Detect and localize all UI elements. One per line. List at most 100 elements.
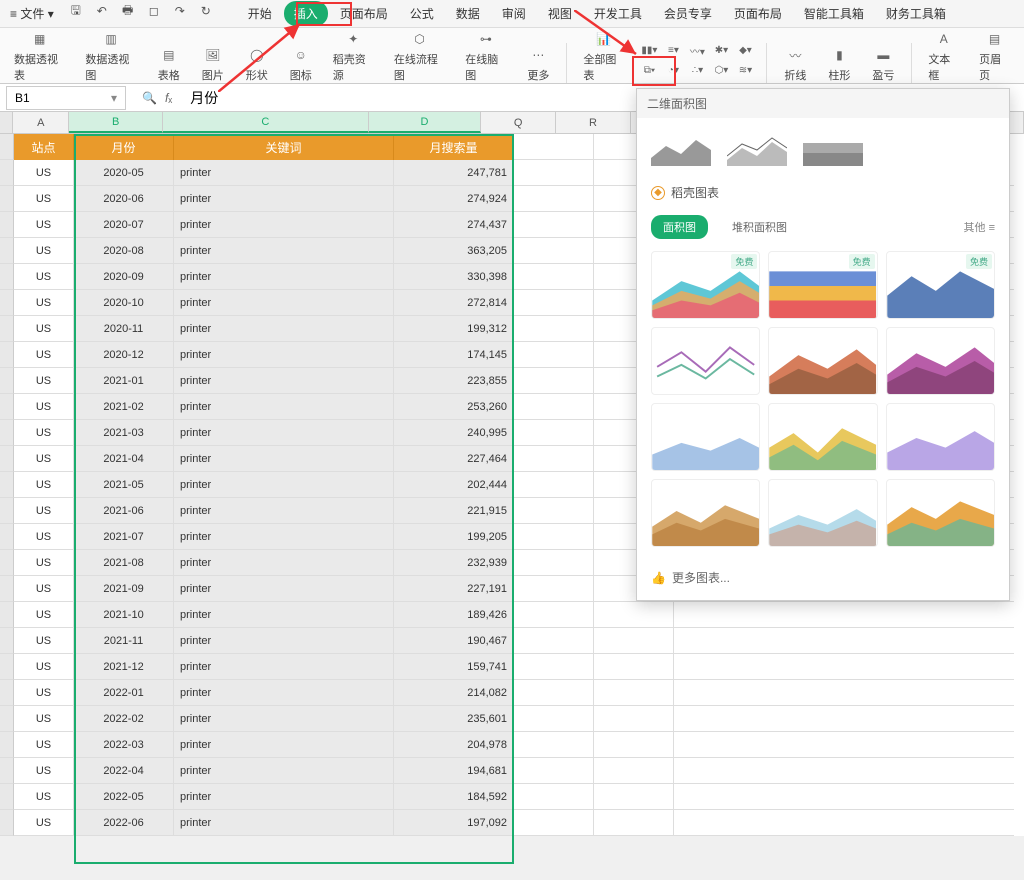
chart-template-11[interactable]: [768, 479, 877, 547]
cell-volume[interactable]: 159,741: [394, 654, 514, 680]
row-number[interactable]: [0, 212, 14, 238]
cell-site[interactable]: US: [14, 264, 74, 290]
cell-keyword[interactable]: printer: [174, 290, 394, 316]
row-number[interactable]: [0, 394, 14, 420]
empty-cell[interactable]: [514, 472, 594, 498]
cell-month[interactable]: 2021-07: [74, 524, 174, 550]
tab-devtools[interactable]: 开发工具: [584, 1, 652, 26]
cell-volume[interactable]: 272,814: [394, 290, 514, 316]
cell-keyword[interactable]: printer: [174, 264, 394, 290]
empty-cell[interactable]: [594, 810, 674, 836]
tab-member[interactable]: 会员专享: [654, 1, 722, 26]
cell-site[interactable]: US: [14, 810, 74, 836]
cell-keyword[interactable]: printer: [174, 186, 394, 212]
cell-month[interactable]: 2020-11: [74, 316, 174, 342]
menu-file[interactable]: ≡ 文件 ▾: [4, 1, 60, 26]
cell-keyword[interactable]: printer: [174, 706, 394, 732]
cell-volume[interactable]: 199,205: [394, 524, 514, 550]
chart-template-7[interactable]: [651, 403, 760, 471]
cell-keyword[interactable]: printer: [174, 394, 394, 420]
ribbon-textbox[interactable]: A文本框: [920, 25, 967, 83]
empty-cell[interactable]: [674, 810, 1014, 836]
cell-keyword[interactable]: printer: [174, 810, 394, 836]
row-number[interactable]: [0, 810, 14, 836]
empty-cell[interactable]: [514, 654, 594, 680]
cell-volume[interactable]: 189,426: [394, 602, 514, 628]
cell-volume[interactable]: 174,145: [394, 342, 514, 368]
ribbon-sparkline-col[interactable]: ▮柱形: [819, 41, 859, 83]
cell-keyword[interactable]: printer: [174, 212, 394, 238]
tab-insert[interactable]: 插入: [284, 1, 328, 26]
row-number[interactable]: [0, 342, 14, 368]
cell-volume[interactable]: 330,398: [394, 264, 514, 290]
tab-start[interactable]: 开始: [238, 1, 282, 26]
row-number[interactable]: [0, 784, 14, 810]
cell-reference-box[interactable]: B1 ▾: [6, 86, 126, 110]
cell-month[interactable]: 2021-08: [74, 550, 174, 576]
cell-month[interactable]: 2020-07: [74, 212, 174, 238]
preview-icon[interactable]: ◻: [144, 1, 164, 21]
row-number[interactable]: [0, 368, 14, 394]
cell-volume[interactable]: 247,781: [394, 160, 514, 186]
cell-volume[interactable]: 223,855: [394, 368, 514, 394]
chart-template-1[interactable]: 免费: [651, 251, 760, 319]
col-head-c[interactable]: C: [163, 112, 369, 133]
empty-cell[interactable]: [674, 758, 1014, 784]
row-number[interactable]: [0, 472, 14, 498]
ribbon-shapes[interactable]: ◯形状: [237, 41, 277, 83]
cell-site[interactable]: US: [14, 524, 74, 550]
empty-cell[interactable]: [514, 420, 594, 446]
row-number[interactable]: [0, 290, 14, 316]
row-number[interactable]: [0, 160, 14, 186]
row-number[interactable]: [0, 654, 14, 680]
cell-month[interactable]: 2021-06: [74, 498, 174, 524]
row-number[interactable]: [0, 628, 14, 654]
empty-cell[interactable]: [514, 160, 594, 186]
cell-site[interactable]: US: [14, 238, 74, 264]
chart-template-5[interactable]: [768, 327, 877, 395]
radar-icon[interactable]: ⬡▾: [710, 61, 732, 79]
more-charts-link[interactable]: 👍 更多图表...: [637, 559, 1009, 600]
cell-month[interactable]: 2021-09: [74, 576, 174, 602]
cell-month[interactable]: 2020-10: [74, 290, 174, 316]
empty-cell[interactable]: [674, 784, 1014, 810]
col-head-b[interactable]: B: [69, 112, 163, 133]
cell-month[interactable]: 2020-05: [74, 160, 174, 186]
cell-volume[interactable]: 235,601: [394, 706, 514, 732]
cell-volume[interactable]: 204,978: [394, 732, 514, 758]
row-number[interactable]: [0, 238, 14, 264]
row-number[interactable]: [0, 316, 14, 342]
ribbon-mindmap[interactable]: ⊶在线脑图: [457, 25, 514, 83]
row-number[interactable]: [0, 134, 14, 160]
tab-data[interactable]: 数据: [446, 1, 490, 26]
empty-cell[interactable]: [674, 654, 1014, 680]
search-icon[interactable]: 🔍: [142, 91, 157, 105]
empty-cell[interactable]: [514, 706, 594, 732]
dropdown-arrow-icon[interactable]: ▾: [111, 91, 117, 105]
undo-icon[interactable]: ↶: [92, 1, 112, 21]
select-all-corner[interactable]: [0, 112, 13, 133]
empty-cell[interactable]: [594, 602, 674, 628]
cell-volume[interactable]: 214,082: [394, 680, 514, 706]
empty-cell[interactable]: [594, 784, 674, 810]
empty-cell[interactable]: [514, 576, 594, 602]
cell-month[interactable]: 2020-08: [74, 238, 174, 264]
empty-cell[interactable]: [514, 732, 594, 758]
tab-formula[interactable]: 公式: [400, 1, 444, 26]
cell-month[interactable]: 2021-02: [74, 394, 174, 420]
cell-volume[interactable]: 221,915: [394, 498, 514, 524]
cell-site[interactable]: US: [14, 160, 74, 186]
ribbon-icons[interactable]: ☺图标: [281, 41, 321, 83]
cell-keyword[interactable]: printer: [174, 602, 394, 628]
line-chart-icon[interactable]: 〰▾: [686, 41, 708, 59]
area-chart-thumb-3[interactable]: [803, 128, 863, 166]
cell-keyword[interactable]: printer: [174, 784, 394, 810]
cell-volume[interactable]: 184,592: [394, 784, 514, 810]
cell-site[interactable]: US: [14, 420, 74, 446]
tab-finance[interactable]: 财务工具箱: [876, 1, 956, 26]
cell-keyword[interactable]: printer: [174, 576, 394, 602]
cell-month[interactable]: 2020-06: [74, 186, 174, 212]
cell-volume[interactable]: 274,437: [394, 212, 514, 238]
tab-other[interactable]: 其他 ≡: [964, 219, 995, 235]
empty-cell[interactable]: [594, 732, 674, 758]
